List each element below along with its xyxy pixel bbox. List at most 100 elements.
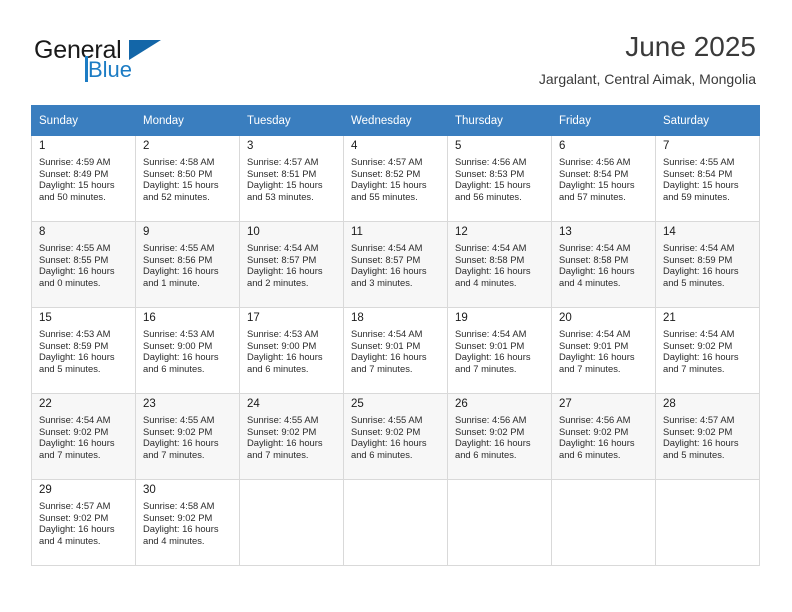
sunrise-text: Sunrise: 4:56 AM (455, 156, 527, 167)
day-number: 13 (559, 226, 572, 238)
calendar-day-cell[interactable]: 27 Sunrise: 4:56 AM Sunset: 9:02 PM Dayligh… (551, 393, 656, 480)
daylight-text-line2: and 2 minutes. (247, 276, 309, 288)
weekday-header-friday: Friday (551, 105, 656, 136)
day-sun-info: Sunrise: 4:58 AM Sunset: 8:50 PM Daylight:… (143, 156, 233, 202)
calendar-day-cell[interactable]: 20 Sunrise: 4:54 AM Sunset: 9:01 PM Dayligh… (551, 307, 656, 394)
daylight-text-line2: and 1 minute. (143, 276, 200, 288)
location-subtitle: Jargalant, Central Aimak, Mongolia (538, 71, 756, 87)
daylight-text-line1: Daylight: 16 hours (559, 351, 635, 363)
calendar-day-cell[interactable]: 6 Sunrise: 4:56 AM Sunset: 8:54 PM Daylight… (551, 135, 656, 222)
sunrise-text: Sunrise: 4:55 AM (39, 242, 111, 253)
calendar-cell-content: 24 Sunrise: 4:55 AM Sunset: 9:02 PM Dayligh… (240, 394, 343, 460)
daylight-text-line2: and 7 minutes. (39, 448, 101, 460)
calendar-cell-content: 14 Sunrise: 4:54 AM Sunset: 8:59 PM Dayligh… (656, 222, 759, 288)
daylight-text-line1: Daylight: 15 hours (39, 179, 115, 191)
general-blue-logo[interactable]: General Blue (34, 36, 214, 86)
calendar-day-cell[interactable]: 17 Sunrise: 4:53 AM Sunset: 9:00 PM Dayligh… (239, 307, 344, 394)
calendar-cell-empty (655, 479, 760, 566)
calendar-day-cell[interactable]: 25 Sunrise: 4:55 AM Sunset: 9:02 PM Dayligh… (343, 393, 448, 480)
sunset-text: Sunset: 9:01 PM (351, 339, 421, 351)
calendar-day-cell[interactable]: 2 Sunrise: 4:58 AM Sunset: 8:50 PM Daylight… (135, 135, 240, 222)
daylight-text-line1: Daylight: 15 hours (455, 179, 531, 191)
day-number: 14 (663, 226, 676, 238)
brand-name-blue: Blue (88, 57, 133, 82)
calendar-cell-empty (343, 479, 448, 566)
calendar-day-cell[interactable]: 18 Sunrise: 4:54 AM Sunset: 9:01 PM Dayligh… (343, 307, 448, 394)
day-number: 3 (247, 140, 254, 152)
calendar-day-cell[interactable]: 12 Sunrise: 4:54 AM Sunset: 8:58 PM Dayligh… (447, 221, 552, 308)
calendar-day-cell[interactable]: 7 Sunrise: 4:55 AM Sunset: 8:54 PM Daylight… (655, 135, 760, 222)
day-sun-info: Sunrise: 4:54 AM Sunset: 8:59 PM Daylight:… (663, 242, 753, 288)
calendar-cell-empty (239, 479, 344, 566)
weekday-header-row: Sunday Monday Tuesday Wednesday Thursday… (31, 105, 760, 136)
sunset-text: Sunset: 8:50 PM (143, 167, 213, 179)
day-sun-info: Sunrise: 4:53 AM Sunset: 8:59 PM Daylight:… (39, 328, 129, 374)
calendar-day-cell[interactable]: 10 Sunrise: 4:54 AM Sunset: 8:57 PM Dayligh… (239, 221, 344, 308)
calendar-day-cell[interactable]: 23 Sunrise: 4:55 AM Sunset: 9:02 PM Dayligh… (135, 393, 240, 480)
sunset-text: Sunset: 9:02 PM (39, 511, 109, 523)
sunset-text: Sunset: 8:51 PM (247, 167, 317, 179)
calendar-day-cell[interactable]: 1 Sunrise: 4:59 AM Sunset: 8:49 PM Daylight… (31, 135, 136, 222)
daylight-text-line1: Daylight: 15 hours (663, 179, 739, 191)
daylight-text-line2: and 50 minutes. (39, 190, 106, 202)
calendar-day-cell[interactable]: 19 Sunrise: 4:54 AM Sunset: 9:01 PM Dayligh… (447, 307, 552, 394)
sunset-text: Sunset: 9:01 PM (559, 339, 629, 351)
daylight-text-line1: Daylight: 15 hours (247, 179, 323, 191)
sunset-text: Sunset: 9:02 PM (39, 425, 109, 437)
daylight-text-line1: Daylight: 16 hours (455, 265, 531, 277)
day-number: 6 (559, 140, 566, 152)
day-number: 28 (663, 398, 676, 410)
calendar-week-row: 1 Sunrise: 4:59 AM Sunset: 8:49 PM Daylight… (31, 135, 760, 222)
calendar-day-cell[interactable]: 26 Sunrise: 4:56 AM Sunset: 9:02 PM Dayligh… (447, 393, 552, 480)
calendar-day-cell[interactable]: 22 Sunrise: 4:54 AM Sunset: 9:02 PM Dayligh… (31, 393, 136, 480)
calendar-day-cell[interactable]: 21 Sunrise: 4:54 AM Sunset: 9:02 PM Dayligh… (655, 307, 760, 394)
calendar-cell-content: 6 Sunrise: 4:56 AM Sunset: 8:54 PM Daylight… (552, 136, 655, 202)
page-header: General Blue June 2025 Jargalant, Centra… (0, 0, 792, 100)
sunset-text: Sunset: 9:02 PM (143, 425, 213, 437)
calendar-day-cell[interactable]: 9 Sunrise: 4:55 AM Sunset: 8:56 PM Daylight… (135, 221, 240, 308)
calendar-day-cell[interactable]: 15 Sunrise: 4:53 AM Sunset: 8:59 PM Dayligh… (31, 307, 136, 394)
sunrise-text: Sunrise: 4:53 AM (247, 328, 319, 339)
daylight-text-line1: Daylight: 15 hours (351, 179, 427, 191)
sunset-text: Sunset: 8:57 PM (351, 253, 421, 265)
daylight-text-line2: and 3 minutes. (351, 276, 413, 288)
calendar-day-cell[interactable]: 8 Sunrise: 4:55 AM Sunset: 8:55 PM Daylight… (31, 221, 136, 308)
sunset-text: Sunset: 8:58 PM (559, 253, 629, 265)
sunset-text: Sunset: 8:59 PM (39, 339, 109, 351)
daylight-text-line2: and 7 minutes. (663, 362, 725, 374)
daylight-text-line2: and 6 minutes. (559, 448, 621, 460)
calendar-day-cell[interactable]: 11 Sunrise: 4:54 AM Sunset: 8:57 PM Dayligh… (343, 221, 448, 308)
daylight-text-line1: Daylight: 16 hours (663, 437, 739, 449)
calendar-day-cell[interactable]: 28 Sunrise: 4:57 AM Sunset: 9:02 PM Dayligh… (655, 393, 760, 480)
calendar-day-cell[interactable]: 14 Sunrise: 4:54 AM Sunset: 8:59 PM Dayligh… (655, 221, 760, 308)
calendar-day-cell[interactable]: 3 Sunrise: 4:57 AM Sunset: 8:51 PM Daylight… (239, 135, 344, 222)
sunrise-text: Sunrise: 4:55 AM (247, 414, 319, 425)
daylight-text-line1: Daylight: 16 hours (39, 523, 115, 535)
calendar-day-cell[interactable]: 30 Sunrise: 4:58 AM Sunset: 9:02 PM Dayligh… (135, 479, 240, 566)
daylight-text-line1: Daylight: 16 hours (39, 437, 115, 449)
daylight-text-line1: Daylight: 16 hours (351, 351, 427, 363)
calendar-cell-content: 22 Sunrise: 4:54 AM Sunset: 9:02 PM Dayligh… (32, 394, 135, 460)
daylight-text-line1: Daylight: 16 hours (351, 265, 427, 277)
calendar-day-cell[interactable]: 29 Sunrise: 4:57 AM Sunset: 9:02 PM Dayligh… (31, 479, 136, 566)
day-number: 21 (663, 312, 676, 324)
sunrise-text: Sunrise: 4:56 AM (559, 156, 631, 167)
calendar-cell-content: 10 Sunrise: 4:54 AM Sunset: 8:57 PM Dayligh… (240, 222, 343, 288)
calendar-day-cell[interactable]: 5 Sunrise: 4:56 AM Sunset: 8:53 PM Daylight… (447, 135, 552, 222)
calendar-cell-content: 27 Sunrise: 4:56 AM Sunset: 9:02 PM Dayligh… (552, 394, 655, 460)
calendar-day-cell[interactable]: 24 Sunrise: 4:55 AM Sunset: 9:02 PM Dayligh… (239, 393, 344, 480)
calendar-day-cell[interactable]: 16 Sunrise: 4:53 AM Sunset: 9:00 PM Dayligh… (135, 307, 240, 394)
day-sun-info: Sunrise: 4:56 AM Sunset: 8:53 PM Daylight:… (455, 156, 545, 202)
day-sun-info: Sunrise: 4:54 AM Sunset: 8:58 PM Daylight:… (455, 242, 545, 288)
calendar-cell-content: 11 Sunrise: 4:54 AM Sunset: 8:57 PM Dayligh… (344, 222, 447, 288)
calendar-cell-content: 9 Sunrise: 4:55 AM Sunset: 8:56 PM Daylight… (136, 222, 239, 288)
day-number: 12 (455, 226, 468, 238)
sunset-text: Sunset: 9:02 PM (559, 425, 629, 437)
calendar-day-cell[interactable]: 4 Sunrise: 4:57 AM Sunset: 8:52 PM Daylight… (343, 135, 448, 222)
calendar-cell-content: 23 Sunrise: 4:55 AM Sunset: 9:02 PM Dayligh… (136, 394, 239, 460)
sunset-text: Sunset: 9:00 PM (143, 339, 213, 351)
sunrise-text: Sunrise: 4:57 AM (663, 414, 735, 425)
sunrise-text: Sunrise: 4:54 AM (39, 414, 111, 425)
calendar-day-cell[interactable]: 13 Sunrise: 4:54 AM Sunset: 8:58 PM Dayligh… (551, 221, 656, 308)
day-sun-info: Sunrise: 4:54 AM Sunset: 8:58 PM Daylight:… (559, 242, 649, 288)
